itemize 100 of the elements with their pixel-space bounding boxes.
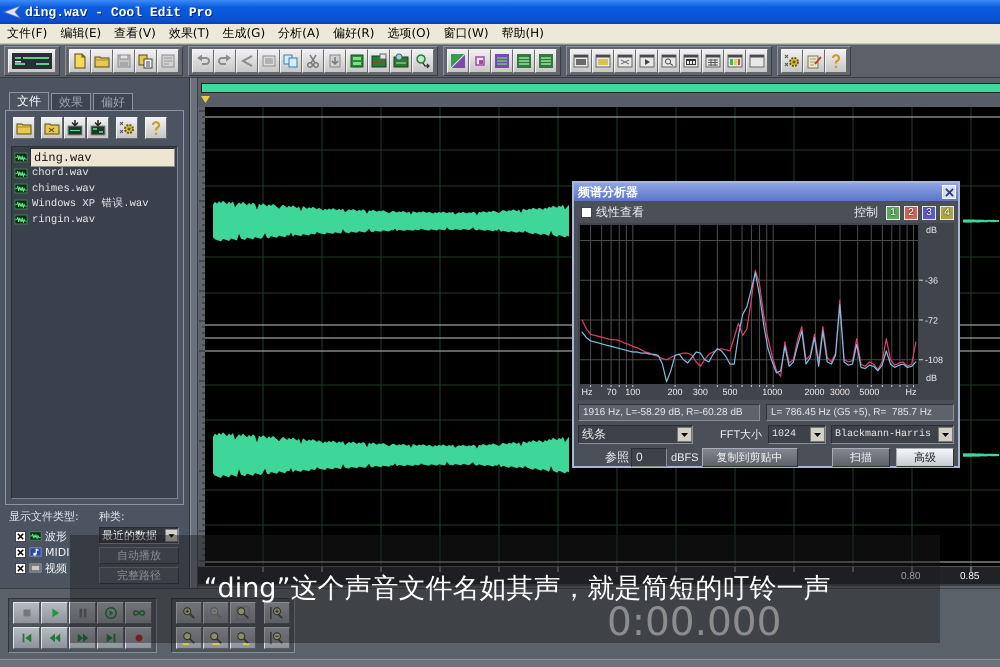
panel-icon-button[interactable]: [64, 117, 86, 139]
toolbar-button[interactable]: [135, 49, 157, 73]
graph-select[interactable]: 线条: [578, 425, 693, 444]
toolbar-button[interactable]: [746, 49, 768, 73]
toolbar-button[interactable]: [91, 49, 113, 73]
page-icon: [72, 53, 88, 69]
toolbar-button[interactable]: [69, 49, 91, 73]
window-title: ding.wav - Cool Edit Pro: [25, 4, 212, 20]
toolbar-button[interactable]: [368, 49, 390, 73]
menu-item[interactable]: 帮助(H): [496, 25, 550, 42]
axis-unit-label: dB: [926, 373, 938, 383]
menu-item[interactable]: 选项(O): [381, 25, 436, 42]
menu-item[interactable]: 生成(G): [216, 25, 272, 42]
close-button[interactable]: [942, 185, 956, 199]
window-select[interactable]: Blackmann-Harris: [831, 425, 954, 444]
magnifier-icon: [182, 631, 196, 645]
zoom-in-icon: [182, 606, 196, 620]
toolbar-button[interactable]: [658, 49, 680, 73]
zoom-button[interactable]: [264, 627, 290, 649]
toolbar-button[interactable]: [491, 49, 513, 73]
transport-button[interactable]: [13, 602, 40, 624]
checkbox[interactable]: [15, 562, 26, 574]
toolbar-button[interactable]: [412, 49, 434, 73]
sort-select[interactable]: 最近的数据: [99, 527, 179, 544]
zoom-button[interactable]: [203, 627, 229, 649]
menu-item[interactable]: 编辑(E): [54, 25, 108, 42]
file-name[interactable]: Windows XP 错误.wav: [30, 197, 175, 212]
dialog-button[interactable]: 复制到剪贴中: [702, 448, 798, 467]
toolbar-button[interactable]: [390, 49, 412, 73]
notepad-icon: [806, 53, 822, 69]
checkbox[interactable]: [15, 546, 26, 558]
menu-item[interactable]: 文件(F): [1, 25, 54, 42]
toolbar-button[interactable]: [636, 49, 658, 73]
window-icon: [595, 53, 611, 69]
transport-button[interactable]: [41, 602, 68, 624]
dialog-button[interactable]: 高级: [896, 448, 954, 467]
toolbar-button[interactable]: [724, 49, 746, 73]
transport-button[interactable]: [97, 627, 124, 649]
panel-icon-button[interactable]: [41, 117, 63, 139]
checkbox[interactable]: [581, 207, 592, 218]
file-name[interactable]: ding.wav: [30, 148, 175, 168]
panel-tab[interactable]: 偏好: [93, 93, 133, 110]
bars-grid-icon: [494, 53, 510, 69]
zoom-button[interactable]: [176, 627, 202, 649]
toolbar-button[interactable]: [680, 49, 702, 73]
hold-button[interactable]: 3: [922, 206, 936, 220]
zoom-button[interactable]: [264, 602, 290, 624]
panel-icon-button[interactable]: [13, 117, 35, 139]
menu-item[interactable]: 偏好(R): [326, 25, 380, 42]
panel-tab[interactable]: 文件: [9, 92, 49, 110]
toolbar-button[interactable]: [592, 49, 614, 73]
hold-button[interactable]: 2: [904, 206, 918, 220]
zoom-button[interactable]: [230, 627, 256, 649]
panel-icon-button[interactable]: [116, 117, 138, 139]
file-name[interactable]: chord.wav: [30, 166, 175, 180]
reference-field[interactable]: 0: [631, 448, 667, 467]
zoom-button[interactable]: [176, 602, 202, 624]
panel-tab[interactable]: 效果: [51, 93, 91, 110]
dialog-title: 频谱分析器: [578, 184, 638, 200]
checkbox[interactable]: [15, 530, 26, 542]
menu-item[interactable]: 效果(T): [162, 25, 216, 42]
transport-button[interactable]: [13, 627, 40, 649]
toolbar-button[interactable]: [702, 49, 724, 73]
zoom-button[interactable]: [230, 602, 256, 624]
readout-field: L= 786.45 Hz (G5 +5), R= 785.7 Hz: [766, 404, 954, 421]
axis-unit-label: Hz: [906, 387, 916, 397]
caret-icon: [677, 427, 692, 442]
toolbar-button[interactable]: [781, 49, 803, 73]
menu-item[interactable]: 查看(V): [108, 25, 162, 42]
axis-unit-label: Hz: [582, 387, 592, 397]
menu-item[interactable]: 分析(A): [272, 25, 326, 42]
toolbar-button[interactable]: [346, 49, 368, 73]
transport-button[interactable]: [41, 627, 68, 649]
waveform-icon: [14, 166, 28, 180]
transport-button[interactable]: [125, 627, 152, 649]
file-name[interactable]: ringin.wav: [30, 212, 175, 227]
magnifier-window-icon: [661, 53, 677, 69]
tiles-icon: [349, 53, 365, 69]
transport-button[interactable]: [69, 627, 96, 649]
splitter-handle[interactable]: [190, 78, 198, 588]
toolbar-button[interactable]: [447, 49, 469, 73]
documents-icon: [138, 53, 154, 69]
menu-item[interactable]: 窗口(W): [437, 25, 494, 42]
waveform-icon: [14, 198, 28, 211]
ruler-label: 0.85: [960, 571, 980, 582]
copy-icon: [283, 53, 299, 69]
axis-tick-label: 3000: [830, 387, 850, 397]
overview-bar[interactable]: [201, 83, 1000, 93]
arrowhead-icon: [3, 5, 21, 19]
dialog-button[interactable]: 扫描: [832, 448, 890, 467]
fft-select[interactable]: 1024: [768, 425, 826, 444]
waveform-icon: [14, 213, 28, 226]
file-name[interactable]: chimes.wav: [30, 182, 175, 196]
caret-icon: [810, 427, 825, 442]
axis-tick-label: 100: [625, 387, 640, 397]
transport-button[interactable]: [69, 602, 96, 624]
axis-tick-label: 200: [668, 387, 683, 397]
panel-icon-button[interactable]: [87, 117, 109, 139]
toolbar-button[interactable]: [570, 49, 592, 73]
toolbar-button[interactable]: [614, 49, 636, 73]
